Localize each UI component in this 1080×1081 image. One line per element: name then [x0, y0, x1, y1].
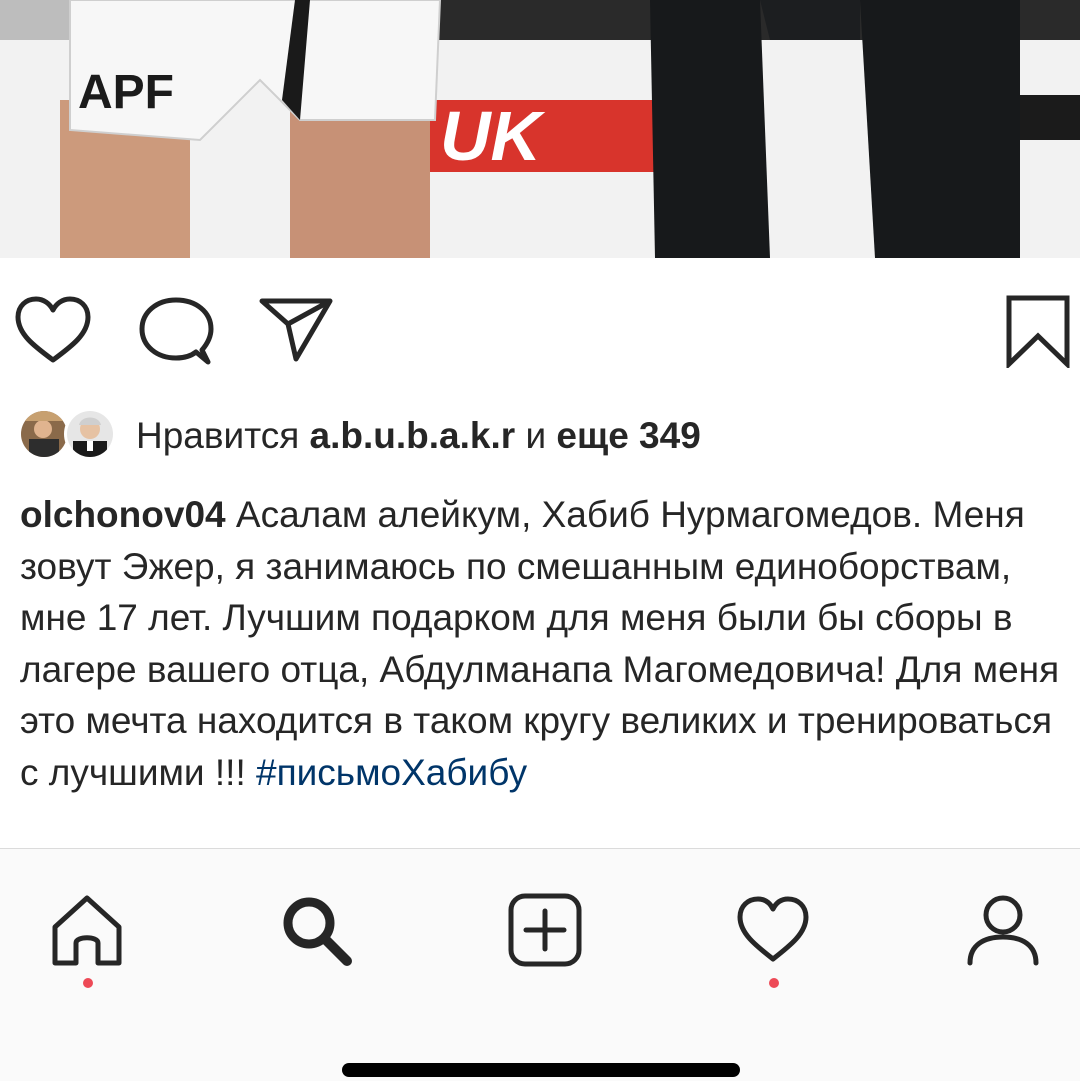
- profile-icon: [967, 895, 1039, 966]
- likes-prefix: Нравится: [136, 414, 310, 456]
- nav-new-post-button[interactable]: [508, 893, 582, 967]
- likes-text: Нравится a.b.u.b.a.k.r и еще 349: [136, 417, 701, 454]
- add-post-icon: [508, 893, 582, 967]
- liker-username-link[interactable]: a.b.u.b.a.k.r: [310, 415, 516, 456]
- home-notification-dot: [83, 978, 93, 988]
- home-icon: [52, 895, 122, 966]
- search-icon: [283, 897, 352, 966]
- nav-profile-button[interactable]: [966, 893, 1040, 967]
- nav-home-button[interactable]: [50, 893, 124, 967]
- nav-activity-button[interactable]: [736, 893, 810, 967]
- comment-button[interactable]: [138, 296, 214, 366]
- likes-row[interactable]: Нравится a.b.u.b.a.k.r и еще 349: [18, 405, 701, 465]
- post-photo-image: UK APF: [0, 0, 1080, 258]
- bookmark-outline-icon: [1006, 295, 1070, 368]
- caption-text: Асалам алейкум, Хабиб Нурмагомедов. Меня…: [20, 494, 1060, 793]
- like-button[interactable]: [14, 296, 92, 364]
- avatar: [64, 408, 116, 460]
- likes-middle: и: [515, 414, 557, 456]
- nav-search-button[interactable]: [279, 893, 353, 967]
- home-indicator[interactable]: [342, 1063, 740, 1077]
- comment-bubble-icon: [139, 297, 214, 365]
- save-button[interactable]: [1005, 294, 1071, 368]
- post-photo[interactable]: UK APF: [0, 0, 1080, 258]
- caption-username-link[interactable]: olchonov04: [20, 494, 226, 535]
- paper-plane-icon: [259, 298, 333, 362]
- activity-notification-dot: [769, 978, 779, 988]
- share-button[interactable]: [258, 296, 334, 364]
- bottom-tab-bar: [0, 848, 1080, 1081]
- hashtag-link[interactable]: #письмоХабибу: [256, 752, 527, 793]
- post-caption: olchonov04 Асалам алейкум, Хабиб Нурмаго…: [20, 489, 1070, 798]
- banner-text: UK: [440, 97, 546, 175]
- shorts-logo-text: APF: [78, 66, 174, 119]
- avatar: [18, 408, 70, 460]
- heart-outline-icon: [15, 296, 91, 363]
- heart-outline-icon: [737, 896, 809, 962]
- likes-count-link[interactable]: еще 349: [556, 415, 700, 456]
- liker-avatars: [18, 406, 118, 464]
